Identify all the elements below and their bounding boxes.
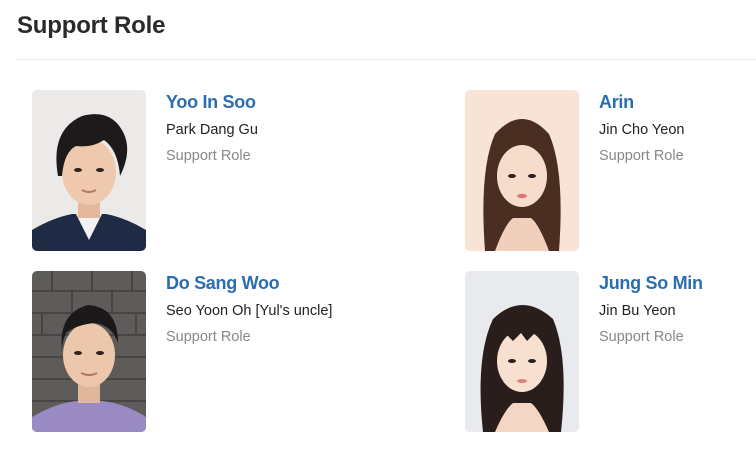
role-label: Support Role [166,148,251,164]
section-title: Support Role [17,12,166,39]
actor-name-link[interactable]: Arin [599,92,634,113]
character-name: Jin Cho Yeon [599,122,685,138]
role-label: Support Role [599,148,684,164]
portrait-image [32,271,146,432]
actor-photo[interactable] [32,271,146,432]
character-name: Jin Bu Yeon [599,303,676,319]
actor-name-link[interactable]: Yoo In Soo [166,92,256,113]
cast-card: Jung So Min Jin Bu Yeon Support Role [465,271,756,433]
portrait-image [465,271,579,432]
actor-photo[interactable] [32,90,146,251]
section-divider [17,59,756,60]
actor-photo[interactable] [465,90,579,251]
cast-card: Yoo In Soo Park Dang Gu Support Role [32,90,332,252]
actor-name-link[interactable]: Do Sang Woo [166,273,280,294]
actor-name-link[interactable]: Jung So Min [599,273,703,294]
cast-card: Do Sang Woo Seo Yoon Oh [Yul's uncle] Su… [32,271,332,433]
actor-photo[interactable] [465,271,579,432]
character-name: Park Dang Gu [166,122,258,138]
character-name: Seo Yoon Oh [Yul's uncle] [166,303,333,319]
role-label: Support Role [166,329,251,345]
role-label: Support Role [599,329,684,345]
portrait-image [32,90,146,251]
cast-card: Arin Jin Cho Yeon Support Role [465,90,756,252]
portrait-image [465,90,579,251]
